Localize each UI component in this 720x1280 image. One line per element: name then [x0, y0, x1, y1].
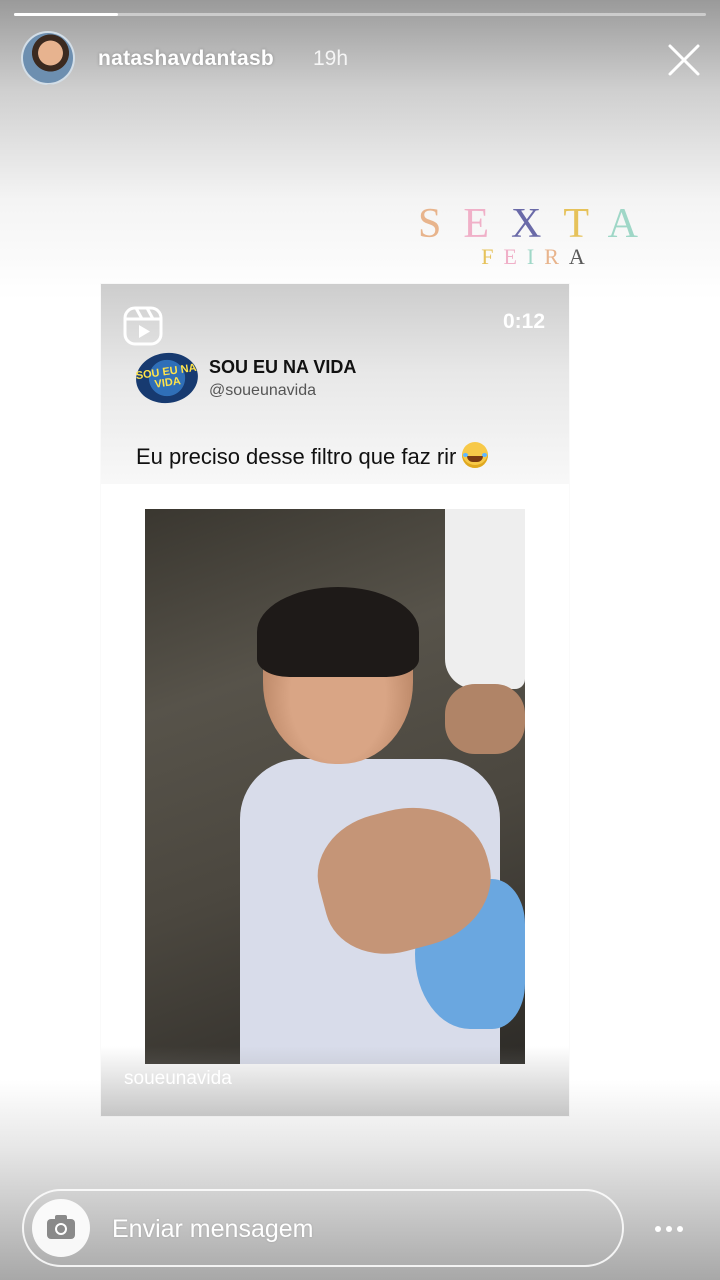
- sticker-letter: E: [503, 244, 527, 269]
- sticker-letter: I: [526, 244, 545, 269]
- account-handle[interactable]: @soueunavida: [209, 382, 316, 400]
- story-username[interactable]: natashavdantasb: [98, 47, 274, 71]
- story-time: 19h: [313, 47, 349, 70]
- reel-duration: 0:12: [502, 310, 545, 333]
- sticker-letter: A: [568, 244, 595, 269]
- reels-icon: [123, 306, 163, 346]
- video-child-hair: [257, 587, 419, 677]
- sticker-letter: F: [481, 244, 504, 269]
- sticker-letter: S: [418, 201, 464, 247]
- shared-reel-card[interactable]: 0:12 SOU EU NA VIDA SOU EU NA VIDA @soue…: [101, 284, 569, 1116]
- sticker-line-1: SEXTA: [418, 200, 658, 248]
- message-placeholder[interactable]: Enviar mensagem: [112, 1215, 313, 1244]
- video-person-shirt: [445, 509, 525, 689]
- video-person-arm: [445, 684, 525, 754]
- story-progress-fill: [14, 13, 118, 16]
- story-header: natashavdantasb 19h: [0, 30, 720, 90]
- sticker-letter: T: [563, 201, 608, 247]
- avatar[interactable]: [21, 31, 75, 85]
- message-input-bar[interactable]: Enviar mensagem: [22, 1189, 624, 1267]
- account-logo-text: SOU EU NA VIDA: [135, 361, 198, 391]
- more-options-icon[interactable]: [652, 1212, 686, 1246]
- caption-text: Eu preciso desse filtro que faz rir: [136, 444, 457, 469]
- reel-watermark: soueunavida: [124, 1068, 232, 1089]
- camera-icon: [47, 1215, 75, 1239]
- sexta-feira-sticker[interactable]: SEXTA FEIRA: [418, 200, 658, 270]
- sticker-letter: R: [544, 244, 569, 269]
- sticker-letter: E: [463, 201, 512, 247]
- sticker-letter: X: [511, 201, 564, 247]
- camera-button[interactable]: [32, 1199, 90, 1257]
- story-progress-track: [14, 13, 706, 16]
- laughing-tears-emoji-icon: [462, 442, 489, 468]
- sticker-letter: A: [607, 201, 660, 247]
- account-name[interactable]: SOU EU NA VIDA: [209, 357, 356, 378]
- close-icon[interactable]: [666, 42, 702, 78]
- reel-video-thumbnail[interactable]: [145, 509, 525, 1064]
- post-caption: Eu preciso desse filtro que faz rir: [136, 442, 489, 470]
